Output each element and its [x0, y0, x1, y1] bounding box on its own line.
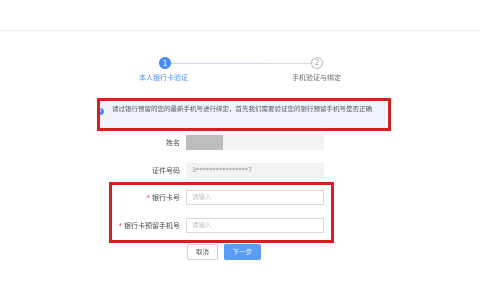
cancel-button[interactable]: 取消 — [187, 244, 218, 260]
id-number-field: 3****************7 — [186, 163, 324, 178]
step-2-indicator: 2 — [311, 57, 323, 69]
top-bar — [0, 0, 480, 31]
name-field — [223, 135, 324, 150]
id-number-label: 证件号码 — [152, 167, 180, 175]
step-2-label: 手机验证与绑定 — [292, 74, 341, 82]
highlight-box-form — [109, 182, 334, 243]
step-1-label: 本人银行卡验证 — [139, 74, 188, 82]
next-step-button[interactable]: 下一步 — [224, 244, 261, 260]
highlight-box-notice — [97, 98, 391, 131]
step-connector-done — [171, 63, 266, 64]
step-1-indicator: 1 — [159, 57, 171, 69]
step-connector-pending — [266, 63, 311, 64]
name-value-redacted — [186, 135, 223, 150]
name-label: 姓名 — [166, 139, 180, 147]
